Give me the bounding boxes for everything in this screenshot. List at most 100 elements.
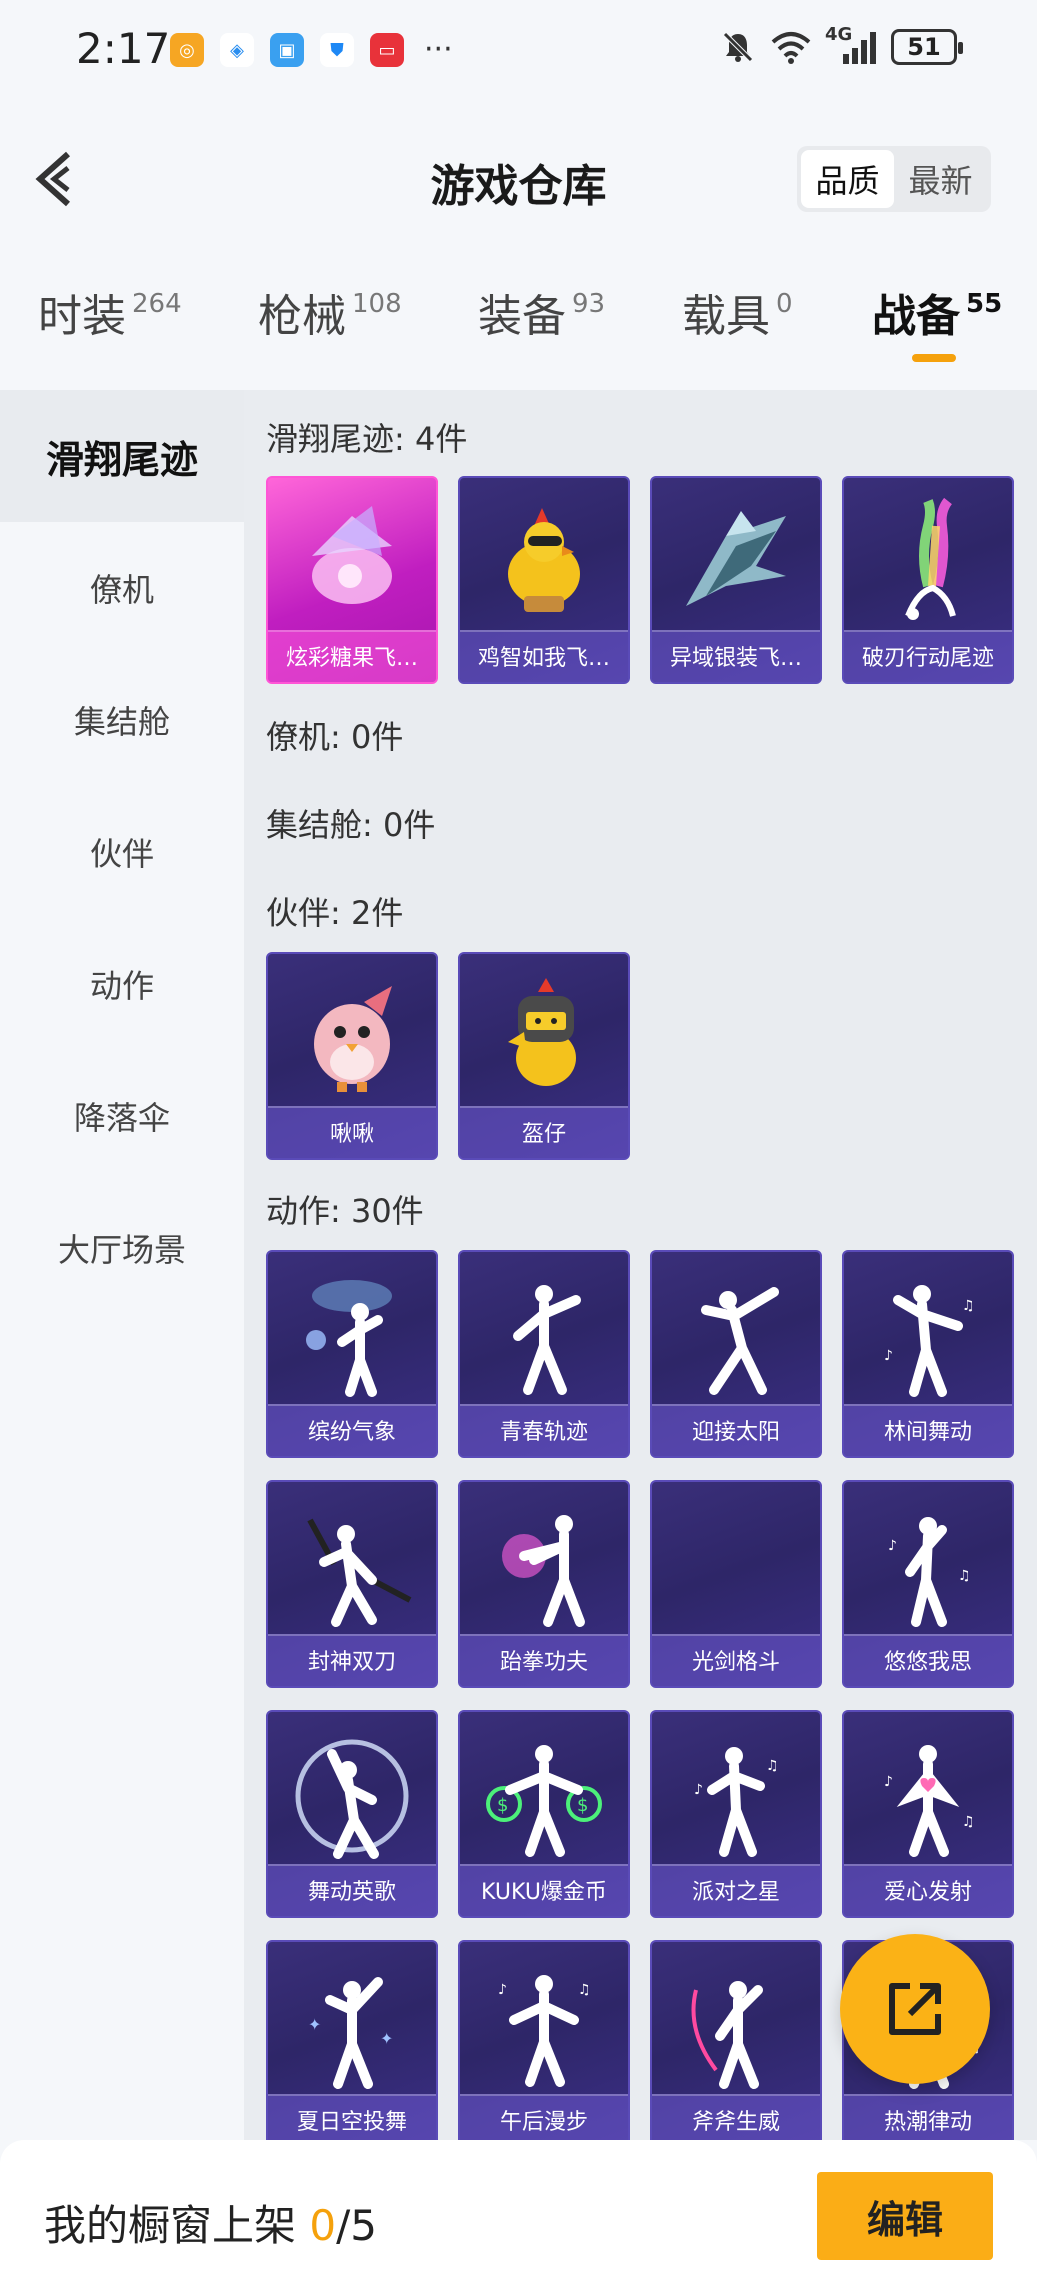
item-card[interactable]: 光剑格斗 xyxy=(650,1480,822,1688)
dual-blades-emote-icon xyxy=(268,1490,436,1640)
showcase-label: 我的橱窗上架 xyxy=(44,2201,310,2250)
item-card[interactable]: 炫彩糖果飞… xyxy=(266,476,438,684)
item-card[interactable]: 青春轨迹 xyxy=(458,1250,630,1458)
sort-latest-button[interactable]: 最新 xyxy=(894,150,987,208)
tab-combat-gear[interactable]: 战备 55 xyxy=(872,280,1002,380)
item-card[interactable]: ♪ ♫ 爱心发射 xyxy=(842,1710,1014,1918)
signal-icon: 4G xyxy=(825,24,879,66)
edit-button[interactable]: 编辑 xyxy=(817,2172,993,2260)
section-title-emote: 动作: 30件 xyxy=(266,1192,424,1230)
svg-text:♫: ♫ xyxy=(962,1298,975,1314)
item-label: 派对之星 xyxy=(652,1864,820,1916)
svg-text:$: $ xyxy=(577,1795,588,1816)
tab-count: 93 xyxy=(572,289,606,319)
heart-emote-icon: ♪ ♫ xyxy=(844,1720,1012,1870)
svg-text:✦: ✦ xyxy=(380,2029,393,2048)
sidebar-item-wingman[interactable]: 僚机 xyxy=(0,522,244,654)
svg-text:♪: ♪ xyxy=(498,1982,507,1998)
svg-text:♫: ♫ xyxy=(958,1568,971,1584)
party-star-emote-icon: ♪ ♫ xyxy=(652,1720,820,1870)
app-notification-icon: ◈ xyxy=(220,33,254,67)
item-card[interactable]: 破刃行动尾迹 xyxy=(842,476,1014,684)
money-bag-emote-icon: $ $ xyxy=(460,1720,628,1870)
pondering-emote-icon: ♪ ♫ xyxy=(844,1490,1012,1640)
item-grid-panel: 滑翔尾迹: 4件 炫彩糖果飞… 鸡智如我飞… 异域银装飞… 破刃行动尾迹 僚机:… xyxy=(244,390,1037,2140)
shield-icon: ⛊ xyxy=(320,33,354,67)
top-nav: 游戏仓库 品质 最新 xyxy=(0,100,1037,260)
taekwondo-emote-icon xyxy=(460,1490,628,1640)
section-title-partner: 伙伴: 2件 xyxy=(266,894,404,932)
mute-bell-icon xyxy=(723,32,753,62)
item-card[interactable]: 跆拳功夫 xyxy=(458,1480,630,1688)
svg-text:♫: ♫ xyxy=(962,1814,975,1830)
bottom-bar: 我的橱窗上架 0/5 编辑 xyxy=(0,2140,1037,2295)
item-card[interactable]: 斧斧生威 xyxy=(650,1940,822,2140)
tab-equipment[interactable]: 装备 93 xyxy=(478,280,605,380)
status-bar: 2:17 ◎ ◈ ▣ ⛊ ▭ ··· 4G 51 xyxy=(0,0,1037,100)
section-title-rally-pod: 集结舱: 0件 xyxy=(266,806,436,844)
item-card[interactable]: ♪ ♫ 派对之星 xyxy=(650,1710,822,1918)
app-notification-icon: ◎ xyxy=(170,33,204,67)
sidebar-item-lobby-scene[interactable]: 大厅场景 xyxy=(0,1182,244,1314)
item-card[interactable]: $ $ KUKU爆金币 xyxy=(458,1710,630,1918)
forest-dance-emote-icon: ♪ ♫ xyxy=(844,1260,1012,1410)
sidebar: 滑翔尾迹 僚机 集结舱 伙伴 动作 降落伞 大厅场景 xyxy=(0,390,244,2140)
battery-level: 51 xyxy=(907,33,941,61)
item-card[interactable]: 缤纷气象 xyxy=(266,1250,438,1458)
item-card[interactable]: ✦ ✦ 夏日空投舞 xyxy=(266,1940,438,2140)
stroll-emote-icon: ♪ ♫ xyxy=(460,1950,628,2100)
tab-count: 264 xyxy=(132,289,182,319)
sidebar-item-emote[interactable]: 动作 xyxy=(0,918,244,1050)
item-card[interactable]: ♪ ♫ 午后漫步 xyxy=(458,1940,630,2140)
item-card[interactable]: 鸡智如我飞… xyxy=(458,476,630,684)
item-label: 跆拳功夫 xyxy=(460,1634,628,1686)
tab-fashion[interactable]: 时装 264 xyxy=(38,280,182,380)
svg-text:$: $ xyxy=(497,1795,508,1816)
silver-wing-trail-icon xyxy=(652,486,820,636)
sidebar-item-glide-trail[interactable]: 滑翔尾迹 xyxy=(0,390,244,522)
item-label: 破刃行动尾迹 xyxy=(844,630,1012,682)
item-label: 爱心发射 xyxy=(844,1864,1012,1916)
item-card[interactable]: ♪ ♫ 林间舞动 xyxy=(842,1250,1014,1458)
app-notification-icon: ▣ xyxy=(270,33,304,67)
sidebar-item-partner[interactable]: 伙伴 xyxy=(0,786,244,918)
item-card[interactable]: 舞动英歌 xyxy=(266,1710,438,1918)
svg-text:♪: ♪ xyxy=(888,1538,897,1554)
item-card[interactable]: ♪ ♫ 悠悠我思 xyxy=(842,1480,1014,1688)
section-title-wingman: 僚机: 0件 xyxy=(266,718,404,756)
item-label: 鸡智如我飞… xyxy=(460,630,628,682)
item-label: 林间舞动 xyxy=(844,1404,1012,1456)
more-notifications-icon: ··· xyxy=(424,32,453,67)
showcase-total: /5 xyxy=(336,2201,377,2250)
item-card[interactable]: 封神双刀 xyxy=(266,1480,438,1688)
lightsaber-emote-icon xyxy=(652,1490,820,1640)
sort-quality-button[interactable]: 品质 xyxy=(801,150,894,208)
item-card[interactable]: 异域银装飞… xyxy=(650,476,822,684)
item-label: 舞动英歌 xyxy=(268,1864,436,1916)
share-fab-button[interactable] xyxy=(840,1934,990,2084)
svg-text:♫: ♫ xyxy=(578,1982,591,1998)
candy-trail-icon xyxy=(268,486,436,636)
status-right: 4G 51 xyxy=(719,24,963,66)
tab-guns[interactable]: 枪械 108 xyxy=(258,280,402,380)
category-tabs: 时装 264 枪械 108 装备 93 载具 0 战备 55 xyxy=(0,280,1037,390)
sidebar-item-parachute[interactable]: 降落伞 xyxy=(0,1050,244,1182)
axe-emote-icon xyxy=(652,1950,820,2100)
item-card[interactable]: 盔仔 xyxy=(458,952,630,1160)
showcase-status: 我的橱窗上架 0/5 xyxy=(44,2192,377,2253)
item-label: KUKU爆金币 xyxy=(460,1864,628,1916)
item-card[interactable]: 啾啾 xyxy=(266,952,438,1160)
tab-label: 枪械 xyxy=(258,291,346,342)
showcase-current-count: 0 xyxy=(309,2201,337,2250)
weather-emote-icon xyxy=(268,1260,436,1410)
tab-count: 55 xyxy=(966,289,1003,319)
item-label: 热潮律动 xyxy=(844,2094,1012,2140)
sidebar-item-rally-pod[interactable]: 集结舱 xyxy=(0,654,244,786)
item-card[interactable]: 迎接太阳 xyxy=(650,1250,822,1458)
tab-vehicles[interactable]: 载具 0 xyxy=(682,280,793,380)
svg-text:✦: ✦ xyxy=(308,2015,321,2034)
battery-icon: 51 xyxy=(891,29,963,65)
item-label: 迎接太阳 xyxy=(652,1404,820,1456)
svg-text:♫: ♫ xyxy=(766,1758,779,1774)
tab-label: 载具 xyxy=(682,291,770,342)
